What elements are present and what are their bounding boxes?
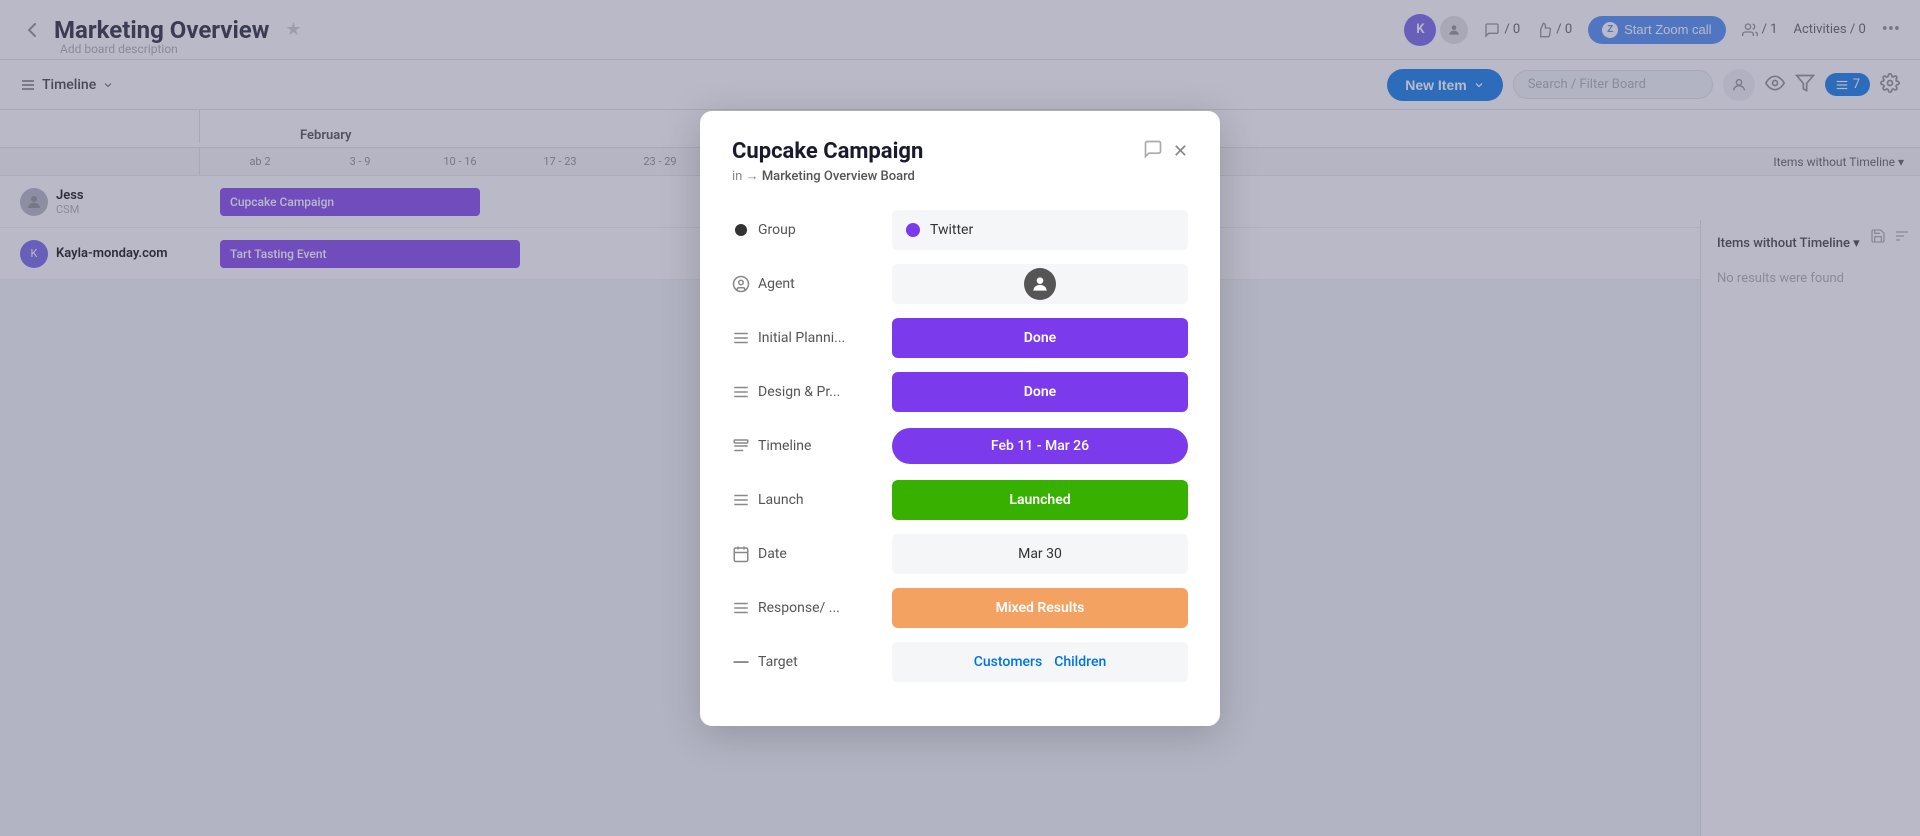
field-target-row: Target Customers Children bbox=[732, 640, 1188, 684]
field-target-value[interactable]: Customers Children bbox=[892, 642, 1188, 682]
timeline-icon bbox=[732, 437, 750, 455]
modal-overlay[interactable]: Cupcake Campaign ✕ in → Marketing Overvi… bbox=[0, 0, 1920, 836]
modal-title: Cupcake Campaign bbox=[732, 139, 923, 164]
field-response-value[interactable]: Mixed Results bbox=[892, 588, 1188, 628]
menu-icon bbox=[732, 329, 750, 347]
field-response-label: Response/ ... bbox=[732, 599, 892, 617]
close-icon[interactable]: ✕ bbox=[1173, 141, 1188, 162]
modal-header: Cupcake Campaign ✕ bbox=[732, 139, 1188, 164]
circle-icon bbox=[732, 221, 750, 239]
field-agent-label: Agent bbox=[732, 275, 892, 293]
field-timeline-value[interactable]: Feb 11 - Mar 26 bbox=[892, 428, 1188, 464]
target-tag-customers[interactable]: Customers bbox=[974, 654, 1042, 670]
modal-header-icons: ✕ bbox=[1143, 139, 1188, 164]
item-detail-modal: Cupcake Campaign ✕ in → Marketing Overvi… bbox=[700, 111, 1220, 726]
modal-breadcrumb: in → Marketing Overview Board bbox=[732, 168, 1188, 184]
field-date-value[interactable]: Mar 30 bbox=[892, 534, 1188, 574]
field-target-label: Target bbox=[732, 653, 892, 671]
agent-icon bbox=[732, 275, 750, 293]
field-initial-planning-value[interactable]: Done bbox=[892, 318, 1188, 358]
field-response-row: Response/ ... Mixed Results bbox=[732, 586, 1188, 630]
field-timeline-row: Timeline Feb 11 - Mar 26 bbox=[732, 424, 1188, 468]
field-launch-label: Launch bbox=[732, 491, 892, 509]
field-date-label: Date bbox=[732, 545, 892, 563]
field-launch-row: Launch Launched bbox=[732, 478, 1188, 522]
field-group-label: Group bbox=[732, 221, 892, 239]
field-design-label: Design & Pr... bbox=[732, 383, 892, 401]
field-design-row: Design & Pr... Done bbox=[732, 370, 1188, 414]
field-group-value[interactable]: Twitter bbox=[892, 210, 1188, 250]
field-timeline-label: Timeline bbox=[732, 437, 892, 455]
field-date-row: Date Mar 30 bbox=[732, 532, 1188, 576]
minus-icon bbox=[732, 653, 750, 671]
comment-icon[interactable] bbox=[1143, 139, 1163, 164]
menu-icon-4 bbox=[732, 599, 750, 617]
field-group-row: Group Twitter bbox=[732, 208, 1188, 252]
menu-icon-3 bbox=[732, 491, 750, 509]
agent-avatar bbox=[1024, 268, 1056, 300]
target-tag-children[interactable]: Children bbox=[1054, 654, 1106, 670]
field-agent-value[interactable] bbox=[892, 264, 1188, 304]
field-design-value[interactable]: Done bbox=[892, 372, 1188, 412]
calendar-icon bbox=[732, 545, 750, 563]
field-initial-planning-label: Initial Planni... bbox=[732, 329, 892, 347]
field-initial-planning-row: Initial Planni... Done bbox=[732, 316, 1188, 360]
field-launch-value[interactable]: Launched bbox=[892, 480, 1188, 520]
group-dot bbox=[906, 223, 920, 237]
menu-icon-2 bbox=[732, 383, 750, 401]
field-agent-row: Agent bbox=[732, 262, 1188, 306]
